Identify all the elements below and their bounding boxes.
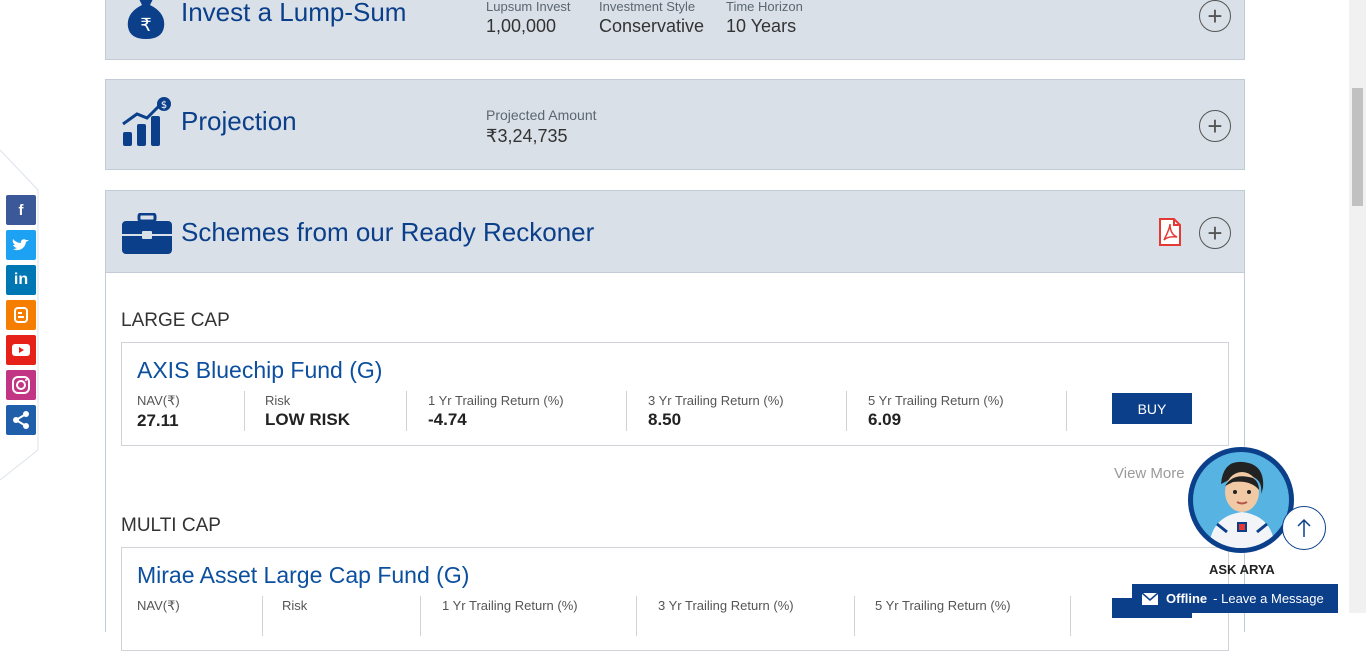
youtube-icon[interactable] bbox=[6, 335, 36, 365]
divider bbox=[244, 391, 245, 431]
time-horizon-label: Time Horizon bbox=[726, 0, 803, 14]
return-3yr-label: 3 Yr Trailing Return (%) bbox=[648, 393, 784, 408]
nav-column: NAV(₹) bbox=[137, 598, 180, 614]
return-1yr-label: 1 Yr Trailing Return (%) bbox=[428, 393, 564, 408]
risk-column: Risk bbox=[282, 598, 307, 613]
page-scrollbar[interactable] bbox=[1349, 0, 1366, 613]
expand-projection-button[interactable]: + bbox=[1199, 110, 1231, 142]
fund-card: Mirae Asset Large Cap Fund (G) NAV(₹) Ri… bbox=[121, 547, 1229, 651]
growth-chart-icon: $ bbox=[121, 96, 173, 155]
return-5yr-column: 5 Yr Trailing Return (%) 6.09 bbox=[868, 393, 1004, 430]
divider bbox=[854, 596, 855, 636]
blogger-icon[interactable] bbox=[6, 300, 36, 330]
lumpsum-amount-value: 1,00,000 bbox=[486, 16, 557, 36]
divider bbox=[1066, 391, 1067, 431]
nav-label: NAV(₹) bbox=[137, 393, 180, 408]
return-5yr-label: 5 Yr Trailing Return (%) bbox=[875, 598, 1011, 613]
divider bbox=[846, 391, 847, 431]
share-icon[interactable] bbox=[6, 405, 36, 435]
nav-column: NAV(₹) 27.11 bbox=[137, 393, 180, 431]
return-1yr-label: 1 Yr Trailing Return (%) bbox=[442, 598, 578, 613]
risk-label: Risk bbox=[265, 393, 291, 408]
nav-value: 27.11 bbox=[137, 411, 179, 430]
assistant-avatar-icon bbox=[1193, 452, 1289, 548]
projection-panel: $ Projection Projected Amount ₹3,24,735 … bbox=[105, 79, 1245, 170]
facebook-icon[interactable]: f bbox=[6, 195, 36, 225]
linkedin-icon[interactable]: in bbox=[6, 265, 36, 295]
lumpsum-amount-label: Lupsum Invest bbox=[486, 0, 571, 14]
divider bbox=[626, 391, 627, 431]
social-share-bar: f in bbox=[0, 150, 40, 480]
investment-style-value: Conservative bbox=[599, 16, 705, 36]
lumpsum-title: Invest a Lump-Sum bbox=[181, 0, 407, 27]
divider bbox=[1070, 596, 1071, 636]
projection-title: Projection bbox=[181, 106, 297, 136]
divider bbox=[636, 596, 637, 636]
ask-arya-label[interactable]: ASK ARYA bbox=[1209, 562, 1275, 577]
return-3yr-column: 3 Yr Trailing Return (%) bbox=[658, 598, 794, 613]
risk-column: Risk LOW RISK bbox=[265, 393, 350, 430]
rupee-bag-icon: ₹ bbox=[124, 0, 168, 44]
divider bbox=[406, 391, 407, 431]
arrow-up-icon bbox=[1297, 518, 1311, 537]
svg-text:$: $ bbox=[161, 100, 167, 111]
fund-name-link[interactable]: AXIS Bluechip Fund (G) bbox=[137, 357, 382, 384]
offline-message-bar[interactable]: Offline - Leave a Message bbox=[1132, 584, 1338, 613]
buy-button[interactable]: BUY bbox=[1112, 393, 1192, 424]
fund-name-link[interactable]: Mirae Asset Large Cap Fund (G) bbox=[137, 562, 469, 589]
return-5yr-label: 5 Yr Trailing Return (%) bbox=[868, 393, 1004, 408]
return-3yr-label: 3 Yr Trailing Return (%) bbox=[658, 598, 794, 613]
schemes-panel: Schemes from our Ready Reckoner + bbox=[105, 190, 1245, 273]
view-more-link[interactable]: View More bbox=[1114, 465, 1185, 482]
return-5yr-value: 6.09 bbox=[868, 410, 902, 429]
investment-style-label: Investment Style bbox=[599, 0, 696, 14]
return-3yr-value: 8.50 bbox=[648, 410, 682, 429]
offline-text: - Leave a Message bbox=[1213, 591, 1324, 606]
divider bbox=[420, 596, 421, 636]
projected-amount-label: Projected Amount bbox=[486, 107, 597, 123]
projected-amount-value: ₹3,24,735 bbox=[486, 126, 568, 146]
return-1yr-column: 1 Yr Trailing Return (%) bbox=[442, 598, 578, 613]
envelope-icon bbox=[1142, 592, 1158, 605]
return-3yr-column: 3 Yr Trailing Return (%) 8.50 bbox=[648, 393, 784, 430]
category-heading: MULTI CAP bbox=[121, 515, 221, 536]
expand-lumpsum-button[interactable]: + bbox=[1199, 0, 1231, 32]
offline-status: Offline bbox=[1166, 591, 1208, 606]
expand-schemes-button[interactable]: + bbox=[1199, 217, 1231, 249]
svg-text:₹: ₹ bbox=[140, 15, 151, 36]
risk-value: LOW RISK bbox=[265, 410, 350, 429]
pdf-icon[interactable] bbox=[1158, 218, 1182, 251]
lumpsum-panel: ₹ Invest a Lump-Sum Lupsum Invest 1,00,0… bbox=[105, 0, 1245, 60]
category-heading: LARGE CAP bbox=[121, 310, 230, 331]
ask-arya-avatar[interactable] bbox=[1188, 447, 1294, 553]
instagram-icon[interactable] bbox=[6, 370, 36, 400]
divider bbox=[262, 596, 263, 636]
fund-card: AXIS Bluechip Fund (G) NAV(₹) 27.11 Risk… bbox=[121, 342, 1229, 446]
twitter-icon[interactable] bbox=[6, 230, 36, 260]
return-5yr-column: 5 Yr Trailing Return (%) bbox=[875, 598, 1011, 613]
schemes-title: Schemes from our Ready Reckoner bbox=[181, 217, 595, 247]
briefcase-icon bbox=[121, 212, 173, 260]
time-horizon-value: 10 Years bbox=[726, 16, 797, 36]
scrollbar-thumb[interactable] bbox=[1352, 88, 1363, 206]
return-1yr-column: 1 Yr Trailing Return (%) -4.74 bbox=[428, 393, 564, 430]
risk-label: Risk bbox=[282, 598, 308, 613]
nav-label: NAV(₹) bbox=[137, 598, 180, 613]
scroll-top-button[interactable] bbox=[1282, 506, 1326, 550]
return-1yr-value: -4.74 bbox=[428, 410, 467, 429]
